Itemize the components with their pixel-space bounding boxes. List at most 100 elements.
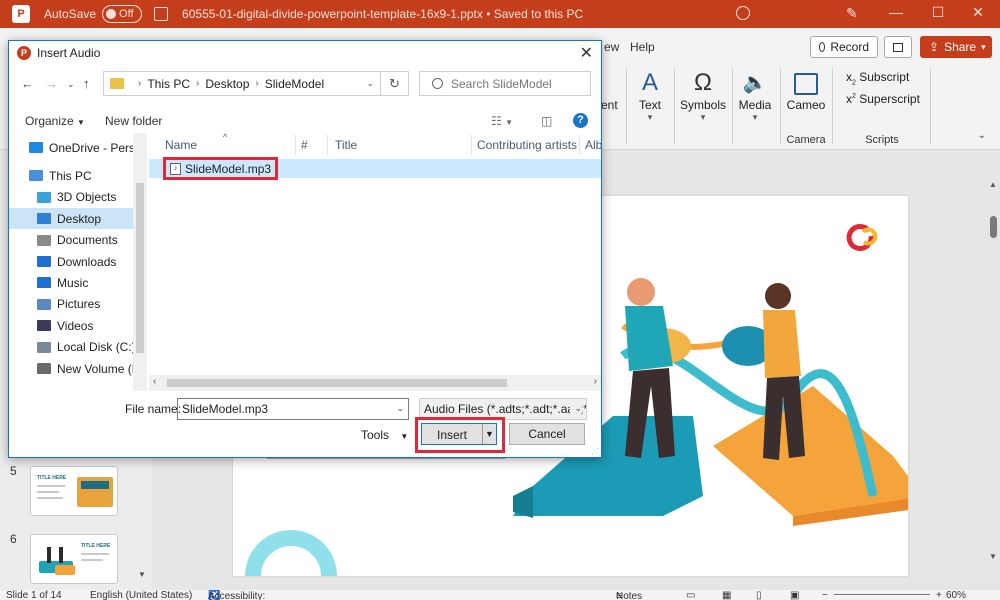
chevron-down-icon[interactable]: ⌄ [366, 78, 374, 89]
scroll-left-icon[interactable]: ‹ [153, 376, 156, 387]
slide-sorter-icon[interactable]: ▦ [722, 591, 731, 600]
file-list: Name ^ # Title Contributing artists Albu… [149, 133, 601, 391]
column-name[interactable]: Name [165, 133, 197, 157]
organize-button[interactable]: Organize ▼ [25, 114, 85, 128]
nav-item[interactable]: OneDrive - Persor [9, 137, 133, 158]
column-albums[interactable]: Albums [585, 133, 601, 157]
horizontal-scrollbar[interactable]: ‹ › [149, 375, 601, 391]
new-folder-button[interactable]: New folder [105, 114, 162, 128]
normal-view-icon[interactable]: ▭ [686, 591, 695, 600]
search-icon[interactable] [736, 6, 750, 20]
insert-button[interactable]: Insert ▼ [421, 423, 497, 445]
column-title[interactable]: Title [335, 133, 357, 157]
column-contributing-artists[interactable]: Contributing artists [477, 133, 577, 157]
subscript-button[interactable]: x2 Subscript [846, 70, 909, 86]
scroll-thumb[interactable] [990, 216, 997, 238]
folder-icon [37, 363, 51, 374]
language-status[interactable]: English (United States) [90, 591, 192, 600]
ribbon-partial-label[interactable]: ent [601, 98, 618, 112]
forward-arrow-icon[interactable]: → [45, 76, 58, 91]
status-bar: Slide 1 of 14 English (United States) ♿ … [0, 590, 1000, 600]
nav-item-label: Videos [57, 318, 94, 333]
scroll-down-icon[interactable]: ▼ [989, 552, 997, 561]
document-title: 60555-01-digital-divide-powerpoint-templ… [182, 7, 584, 21]
superscript-button[interactable]: x2 Superscript [846, 92, 920, 106]
scroll-thumb[interactable] [167, 379, 507, 387]
thumb-scroll-down-icon[interactable]: ▼ [138, 570, 146, 579]
collapse-ribbon-icon[interactable]: ⌄ [978, 130, 986, 141]
tools-menu-button[interactable]: Tools ▼ [361, 428, 408, 442]
file-item-slidemodel-mp3[interactable]: ♪ SlideModel.mp3 [163, 157, 279, 180]
breadcrumb-this-pc[interactable]: This PC [147, 77, 190, 91]
tab-review-partial[interactable]: ew [604, 40, 619, 54]
nav-item[interactable]: 3D Objects [9, 187, 133, 208]
folder-icon [37, 277, 51, 289]
minimize-button[interactable]: — [886, 4, 906, 20]
file-name-input[interactable]: SlideModel.mp3 ⌄ [177, 398, 409, 420]
thumbnail-title: TITLE HERE [81, 543, 111, 549]
resize-grip-icon[interactable]: ⋰ [591, 447, 599, 456]
slide-thumbnail-5[interactable]: TITLE HERE [30, 466, 118, 516]
scroll-up-icon[interactable]: ▲ [989, 180, 997, 189]
chevron-down-icon: ▼ [400, 432, 409, 441]
breadcrumb-desktop[interactable]: Desktop [205, 77, 249, 91]
help-icon[interactable]: ? [573, 113, 588, 128]
nav-item[interactable]: Documents [9, 230, 133, 251]
nav-item[interactable]: New Volume (D: [9, 358, 133, 379]
autosave-toggle[interactable]: Off [102, 5, 143, 23]
nav-item[interactable]: Pictures [9, 294, 133, 315]
comments-button[interactable] [884, 36, 912, 58]
symbols-button[interactable]: Ω Symbols ▾ [680, 68, 726, 123]
reading-view-icon[interactable]: ▯ [756, 591, 762, 600]
nav-item[interactable]: Music [9, 272, 133, 293]
scroll-thumb[interactable] [136, 183, 144, 353]
pen-icon[interactable]: ✎ [846, 5, 858, 22]
insert-dropdown-arrow-icon[interactable]: ▼ [482, 424, 496, 444]
restore-button[interactable]: ☐ [928, 4, 948, 21]
folder-icon [37, 191, 51, 203]
superscript-icon: x2 [846, 92, 856, 106]
navigation-scrollbar[interactable] [133, 133, 147, 391]
search-box[interactable]: Search SlideModel [419, 71, 591, 96]
zoom-in-icon[interactable]: + [936, 591, 942, 600]
record-button[interactable]: Record [810, 36, 878, 58]
nav-item-label: Pictures [57, 297, 101, 312]
nav-item[interactable]: Downloads [9, 251, 133, 272]
nav-item[interactable]: Videos [9, 315, 133, 336]
nav-item-label: 3D Objects [57, 190, 117, 205]
view-options-icon[interactable]: ☷ ▼ [491, 114, 513, 128]
up-arrow-icon[interactable]: ↑ [83, 76, 90, 91]
share-button[interactable]: ⇪ Share ▾ [920, 36, 992, 58]
cameo-button[interactable]: Cameo [786, 68, 826, 112]
zoom-out-icon[interactable]: − [822, 591, 828, 600]
slide-thumbnail-6[interactable]: TITLE HERE [30, 534, 118, 584]
media-button[interactable]: 🔈 Media ▾ [736, 68, 774, 123]
recent-locations-icon[interactable]: ⌄ [67, 79, 75, 90]
camera-group-label: Camera [786, 134, 826, 146]
nav-item[interactable]: This PC [9, 165, 133, 186]
chevron-down-icon: ⌄ [570, 403, 582, 414]
back-arrow-icon[interactable]: ← [21, 76, 34, 91]
refresh-icon[interactable]: ↻ [380, 72, 408, 95]
tab-help[interactable]: Help [630, 40, 655, 54]
slideshow-icon[interactable]: ▣ [790, 591, 799, 600]
zoom-level[interactable]: 60% [946, 591, 966, 600]
breadcrumb-slidemodel[interactable]: SlideModel [265, 77, 324, 91]
dialog-close-icon[interactable]: ✕ [580, 43, 593, 63]
close-window-button[interactable]: ✕ [968, 4, 988, 21]
text-icon: A [641, 69, 658, 96]
folder-icon [37, 256, 51, 267]
address-bar[interactable]: › This PC › Desktop › SlideModel ⌄ ↻ [103, 71, 409, 96]
column-number[interactable]: # [301, 133, 308, 157]
vertical-scrollbar[interactable]: ▲ ▼ [988, 180, 1000, 590]
scroll-right-icon[interactable]: › [594, 376, 597, 387]
zoom-slider[interactable] [834, 594, 930, 595]
nav-item[interactable]: Local Disk (C:) [9, 337, 133, 358]
record-icon [819, 42, 826, 52]
chevron-down-icon[interactable]: ⌄ [396, 403, 404, 414]
save-icon[interactable] [154, 7, 169, 21]
preview-pane-icon[interactable]: ◫ [541, 114, 552, 128]
cancel-button[interactable]: Cancel [509, 423, 585, 445]
nav-item[interactable]: Desktop [9, 208, 133, 230]
text-button[interactable]: A Text ▾ [634, 68, 666, 123]
